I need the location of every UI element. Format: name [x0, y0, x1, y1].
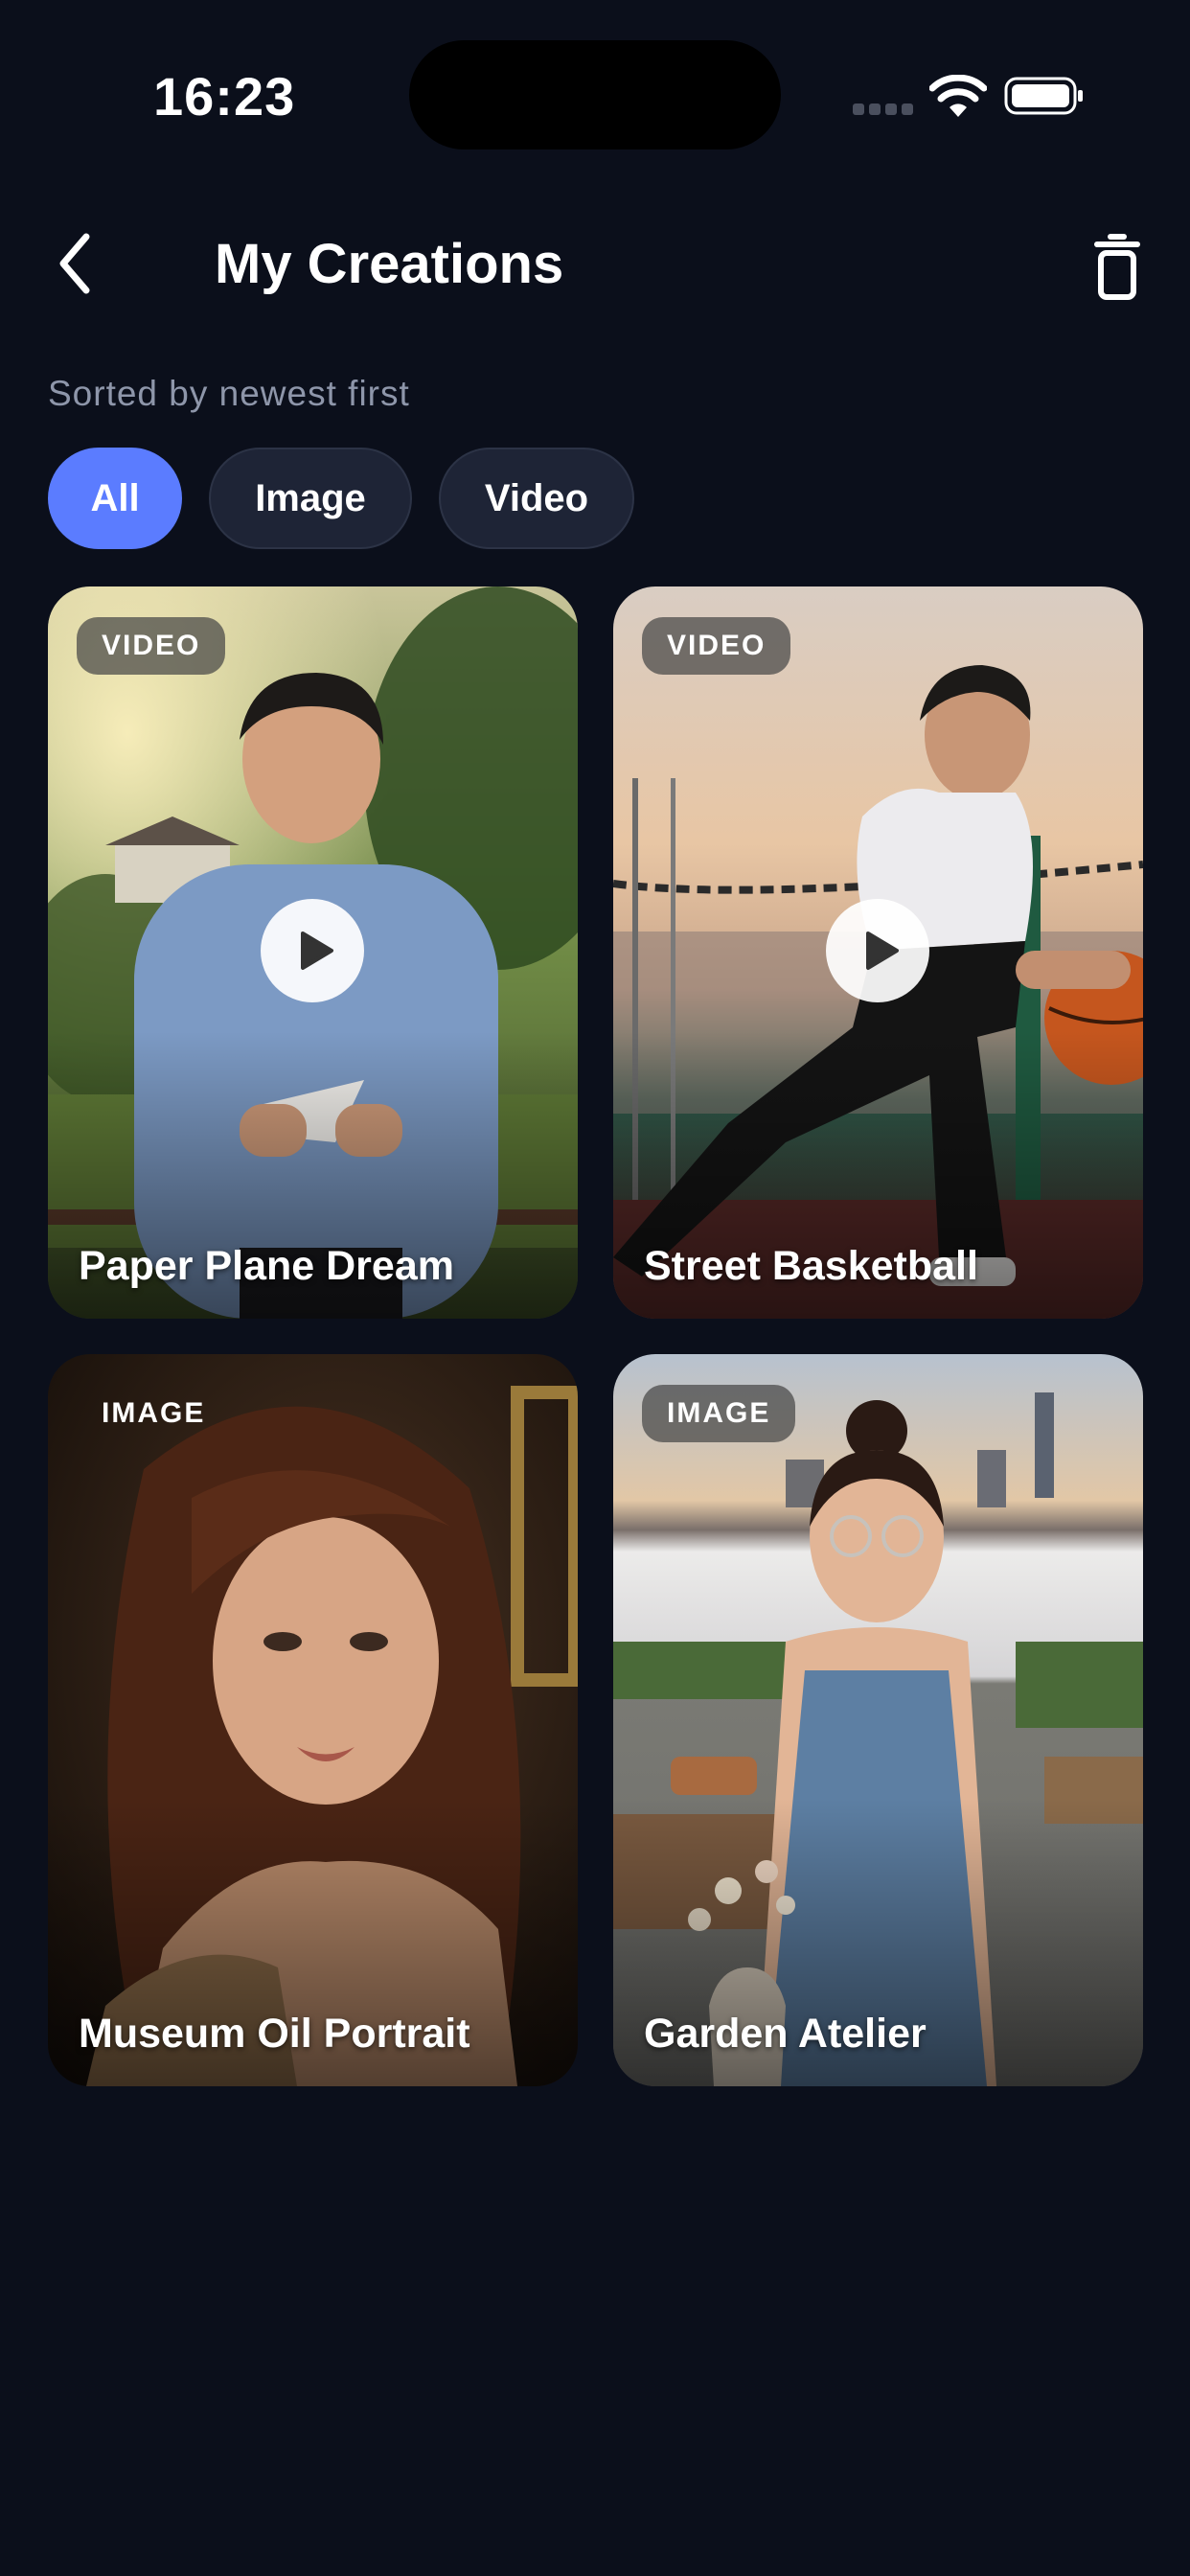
creation-card[interactable]: IMAGE Museum Oil Portrait — [48, 1354, 578, 2086]
creation-title: Street Basketball — [644, 1243, 978, 1289]
delete-button[interactable] — [1085, 230, 1150, 303]
media-type-badge: IMAGE — [642, 1385, 796, 1442]
trash-icon — [1094, 234, 1140, 300]
chevron-left-icon — [59, 233, 90, 294]
creation-card[interactable]: IMAGE Garden Atelier — [613, 1354, 1143, 2086]
battery-icon — [1004, 77, 1083, 115]
creation-card[interactable]: VIDEO Paper Plane Dream — [48, 586, 578, 1319]
wifi-icon — [929, 75, 987, 117]
filter-chips: All Image Video — [48, 448, 634, 549]
creation-title: Paper Plane Dream — [79, 1243, 454, 1289]
status-time: 16:23 — [153, 66, 296, 126]
page-title: My Creations — [215, 233, 564, 295]
media-type-badge: VIDEO — [642, 617, 791, 675]
filter-chip-all[interactable]: All — [48, 448, 182, 549]
status-bar: 16:23 — [0, 0, 1190, 192]
sort-description: Sorted by newest first — [48, 374, 410, 413]
dynamic-island — [409, 40, 781, 150]
cellular-signal-icon — [853, 104, 913, 117]
filter-chip-image[interactable]: Image — [209, 448, 412, 549]
header: My Creations — [0, 211, 1190, 326]
media-type-badge: IMAGE — [102, 1397, 206, 1429]
back-button[interactable] — [48, 225, 115, 302]
media-type-badge: VIDEO — [77, 617, 226, 675]
creation-title: Museum Oil Portrait — [79, 2011, 470, 2057]
play-icon — [866, 932, 899, 970]
creation-card[interactable]: VIDEO Street Basketball — [613, 586, 1143, 1319]
play-button[interactable] — [826, 899, 929, 1002]
creation-title: Garden Atelier — [644, 2011, 927, 2057]
play-icon — [301, 932, 333, 970]
filter-chip-video[interactable]: Video — [439, 448, 634, 549]
play-button[interactable] — [261, 899, 364, 1002]
